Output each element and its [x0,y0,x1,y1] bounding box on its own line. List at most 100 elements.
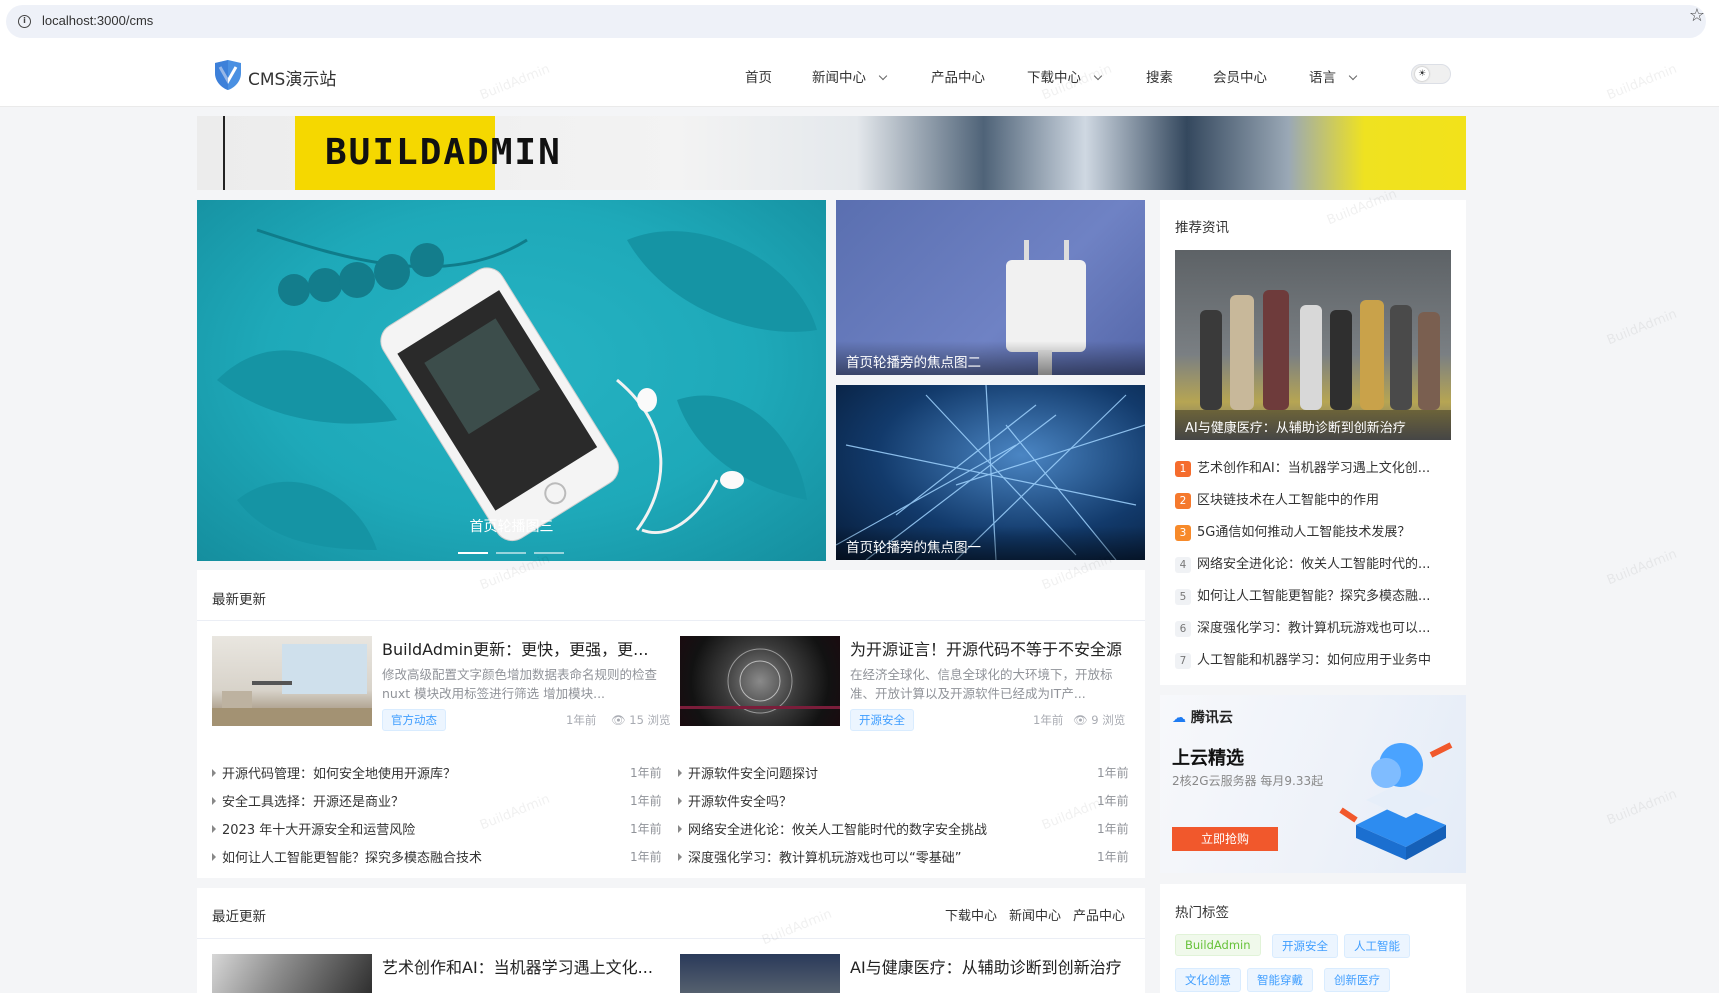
news-thumbnail[interactable] [212,954,372,993]
list-item[interactable]: 如何让人工智能更智能？探究多模态融合技术 [212,847,482,866]
tab-products[interactable]: 产品中心 [1073,905,1125,924]
caret-right-icon [212,797,216,805]
nav-home[interactable]: 首页 [745,66,772,86]
watermark: BuildAdmin [1604,786,1680,829]
recommend-featured-image[interactable]: AI与健康医疗：从辅助诊断到创新治疗 [1175,250,1451,440]
nav-downloads[interactable]: 下载中心 [1027,66,1103,86]
nav-news[interactable]: 新闻中心 [812,66,888,86]
recent-title: 最近更新 [212,909,266,925]
list-item-time: 1年前 [1097,794,1129,808]
rank-badge: 1 [1175,461,1191,477]
news-title[interactable]: AI与健康医疗：从辅助诊断到创新治疗 [850,954,1135,978]
recommend-item[interactable]: 6 深度强化学习：教计算机玩游戏也可以... [1175,617,1451,637]
ad-subtitle: 2核2G云服务器 每月9.33起 [1172,774,1324,788]
focus-image-two[interactable]: 首页轮播旁的焦点图二 [836,200,1145,375]
tencent-cloud-ad[interactable]: ☁ 腾讯云 上云精选 2核2G云服务器 每月9.33起 立即抢购 [1160,695,1466,873]
news-tag[interactable]: 官方动态 [382,709,446,731]
nav-products[interactable]: 产品中心 [931,66,985,86]
list-item[interactable]: 安全工具选择：开源还是商业？ [212,791,404,810]
list-item[interactable]: 开源软件安全吗？ [678,791,792,810]
list-item[interactable]: 开源代码管理：如何安全地使用开源库？ [212,763,456,782]
caret-right-icon [678,853,682,861]
list-item[interactable]: 2023 年十大开源安全和运营风险 [212,819,415,838]
ad-headline: 上云精选 [1172,748,1244,769]
news-tag[interactable]: 开源安全 [850,709,914,731]
tab-downloads[interactable]: 下载中心 [945,905,997,924]
url-text[interactable]: localhost:3000/cms [42,13,153,28]
carousel-dot[interactable] [458,552,488,554]
carousel-dot[interactable] [534,552,564,554]
room-image [212,644,372,726]
recommend-title: 推荐资讯 [1175,220,1229,236]
news-views: 👁 9 浏览 [1073,712,1125,728]
nav-search[interactable]: 搜素 [1146,66,1173,86]
rank-badge: 2 [1175,493,1191,509]
hot-tag[interactable]: BuildAdmin [1175,934,1261,956]
watermark: BuildAdmin [1604,306,1680,349]
views-count: 9 浏览 [1091,713,1126,727]
chevron-down-icon [1348,71,1358,81]
cloud-icon: ☁ [1172,710,1186,726]
hot-tag[interactable]: 智能穿戴 [1247,968,1313,992]
hot-tag[interactable]: 开源安全 [1272,934,1338,958]
list-item-time: 1年前 [1097,822,1129,836]
hot-tag[interactable]: 创新医疗 [1324,968,1390,992]
code-image [680,648,840,714]
focus-image-caption: 首页轮播旁的焦点图一 [836,526,1145,560]
url-field[interactable]: i localhost:3000/cms [6,5,1706,38]
recommend-item[interactable]: 1 艺术创作和AI：当机器学习遇上文化创... [1175,457,1451,477]
news-views: 👁 15 浏览 [611,712,671,728]
recommend-item[interactable]: 5 如何让人工智能更智能？探究多模态融... [1175,585,1451,605]
news-time: 1年前 [566,713,597,727]
news-title[interactable]: BuildAdmin更新：更快，更强，更... [382,636,662,660]
caret-right-icon [212,769,216,777]
panel-divider [197,620,1145,621]
rank-badge: 5 [1175,589,1191,605]
banner-divider [223,116,225,190]
list-item-time: 1年前 [1097,766,1129,780]
site-header: CMS演示站 首页 新闻中心 产品中心 下载中心 搜素 会员中心 语言 ☀ [0,44,1719,107]
banner-text: BUILDADMIN [325,132,562,173]
list-item-time: 1年前 [630,822,662,836]
hot-tag[interactable]: 文化创意 [1175,968,1241,992]
nav-language[interactable]: 语言 [1309,66,1358,86]
carousel-main-slide[interactable]: 首页轮播图三 [197,200,826,561]
recommend-item[interactable]: 4 网络安全进化论：攸关人工智能时代的... [1175,553,1451,573]
news-thumbnail[interactable] [680,636,840,726]
buy-now-button[interactable]: 立即抢购 [1172,827,1278,851]
site-title[interactable]: CMS演示站 [248,65,336,90]
carousel-dot[interactable] [496,552,526,554]
latest-panel: 最新更新 BuildAdmin更新：更快，更强，更... 修改高级配置文字颜色增… [197,570,1145,878]
list-item[interactable]: 网络安全进化论：攸关人工智能时代的数字安全挑战 [678,819,987,838]
theme-toggle[interactable]: ☀ [1411,64,1451,84]
news-thumbnail[interactable] [680,954,840,993]
focus-image-one[interactable]: 首页轮播旁的焦点图一 [836,385,1145,560]
list-item[interactable]: 深度强化学习：教计算机玩游戏也可以“零基础” [678,847,961,866]
news-time: 1年前 [1033,713,1064,727]
recommend-featured-caption: AI与健康医疗：从辅助诊断到创新治疗 [1175,410,1451,440]
news-title[interactable]: 艺术创作和AI：当机器学习遇上文化... [382,954,662,978]
carousel-caption: 首页轮播图三 [469,519,554,535]
ad-brand: ☁ 腾讯云 [1172,710,1233,726]
focus-image-caption: 首页轮播旁的焦点图二 [836,341,1145,375]
top-banner[interactable]: BUILDADMIN [197,116,1466,190]
watermark: BuildAdmin [1604,546,1680,589]
eye-icon: 👁 [611,713,626,727]
hot-tag[interactable]: 人工智能 [1344,934,1410,958]
tab-news[interactable]: 新闻中心 [1009,905,1061,924]
list-item[interactable]: 开源软件安全问题探讨 [678,763,818,782]
news-thumbnail[interactable] [212,636,372,726]
eye-icon: 👁 [1073,713,1088,727]
recommend-item[interactable]: 7 人工智能和机器学习：如何应用于业务中 [1175,649,1451,669]
nav-member[interactable]: 会员中心 [1213,66,1267,86]
rank-badge: 6 [1175,621,1191,637]
panel-divider [197,938,1145,939]
carousel-indicators [458,543,572,558]
recommend-item[interactable]: 2 区块链技术在人工智能中的作用 [1175,489,1451,509]
site-logo-icon[interactable] [213,59,243,91]
news-title[interactable]: 为开源证言！开源代码不等于不安全源 [850,636,1135,660]
site-info-icon[interactable]: i [18,15,31,28]
latest-title: 最新更新 [212,592,266,608]
recommend-item[interactable]: 3 5G通信如何推动人工智能技术发展？ [1175,521,1451,541]
bookmark-star-icon[interactable]: ☆ [1689,5,1705,26]
